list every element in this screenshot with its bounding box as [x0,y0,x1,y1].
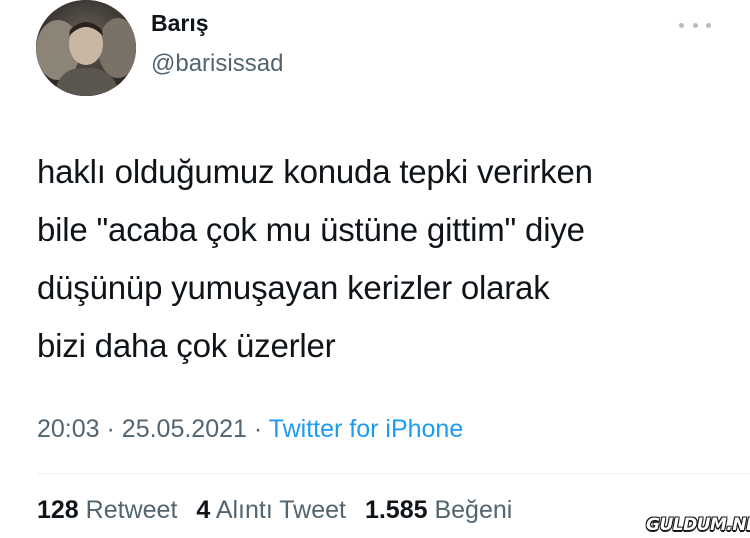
watermark: GULDUM.NET [646,515,750,535]
tweet-text: haklı olduğumuz konuda tepki verirken bi… [37,143,727,375]
likes-label: Beğeni [434,496,513,524]
ellipsis-icon[interactable] [679,17,711,33]
tweet-text-line: haklı olduğumuz konuda tepki verirken [37,153,593,190]
author-display-name[interactable]: Barış [151,10,209,37]
retweets-label: Retweet [85,496,178,524]
retweets-count: 128 [37,496,79,524]
tweet-source-link[interactable]: Twitter for iPhone [269,415,464,443]
tweet-time[interactable]: 20:03 [37,415,100,443]
tweet-card: Barış @barisissad haklı olduğumuz konuda… [0,0,750,538]
dot [679,22,684,28]
dot [706,22,711,28]
separator: · [106,415,115,443]
quotes-count: 4 [196,496,211,524]
tweet-text-line: bile "acaba çok mu üstüne gittim" diye [37,211,585,248]
separator: · [253,415,263,443]
tweet-text-line: düşünüp yumuşayan kerizler olarak [37,269,550,306]
tweet-metadata: 20:03 · 25.05.2021 · Twitter for iPhone [37,415,463,444]
quotes-stat[interactable]: 4 Alıntı Tweet [196,496,346,524]
tweet-stats: 128 Retweet 4 Alıntı Tweet 1.585 Beğeni [37,496,524,525]
author-handle[interactable]: @barisissad [151,50,283,78]
divider [37,473,750,474]
likes-stat[interactable]: 1.585 Beğeni [365,496,512,524]
quotes-label: Alıntı Tweet [215,496,346,524]
user-photo-icon [36,0,136,96]
avatar[interactable] [36,0,136,96]
retweets-stat[interactable]: 128 Retweet [37,496,177,524]
tweet-text-line: bizi daha çok üzerler [37,327,336,364]
dot [692,22,698,28]
likes-count: 1.585 [364,496,428,524]
tweet-date[interactable]: 25.05.2021 [122,415,247,443]
